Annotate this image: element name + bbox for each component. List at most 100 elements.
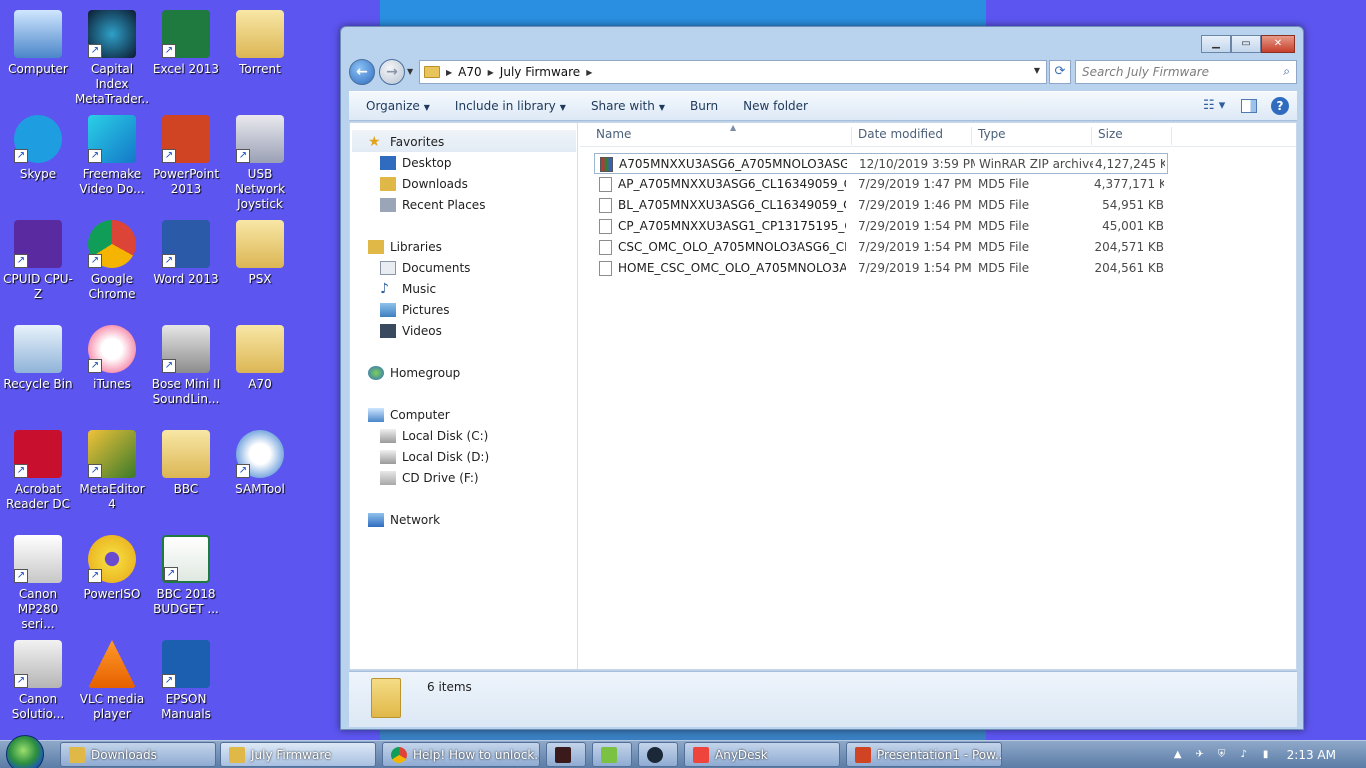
chevron-right-icon[interactable]: ▶ <box>446 68 452 77</box>
nav-downloads[interactable]: Downloads <box>380 173 468 194</box>
file-icon <box>599 198 612 213</box>
desktop-icon-torrent[interactable]: Torrent <box>222 4 298 104</box>
desktop-icon-canon-mp280[interactable]: ↗ Canon MP280 seri... <box>0 529 76 631</box>
nav-network[interactable]: Network <box>368 509 440 530</box>
breadcrumb-july-firmware[interactable]: July Firmware <box>500 65 580 79</box>
search-icon[interactable]: ⌕ <box>1283 64 1290 79</box>
nav-computer[interactable]: Computer <box>368 404 450 425</box>
column-type[interactable]: Type <box>972 127 1092 145</box>
taskbar-july-firmware[interactable]: July Firmware <box>220 742 376 767</box>
skype-icon: ↗ <box>14 115 62 163</box>
burn-button[interactable]: Burn <box>682 99 726 113</box>
file-row[interactable]: CSC_OMC_OLO_A705MNOLO3ASG6_CL... 7/29/20… <box>594 237 1168 258</box>
explorer-window[interactable]: ▁ ▭ ✕ ← → ▼ ▶ A70 ▶ July Firmware ▶ ▼ ⟳ … <box>340 26 1304 730</box>
include-in-library-button[interactable]: Include in library ▼ <box>447 99 574 113</box>
breadcrumb-a70[interactable]: A70 <box>458 65 481 79</box>
desktop-icon-a70[interactable]: A70 <box>222 319 298 419</box>
desktop-icon-metaeditor[interactable]: ↗ MetaEditor 4 <box>74 424 150 524</box>
nav-local-disk-d[interactable]: Local Disk (D:) <box>380 446 489 467</box>
address-bar[interactable]: ▶ A70 ▶ July Firmware ▶ ▼ <box>419 60 1047 84</box>
desktop-icon-powerpoint[interactable]: ↗ PowerPoint 2013 <box>148 109 224 209</box>
tray-app-icon[interactable]: ✈ <box>1193 748 1207 762</box>
nav-documents[interactable]: Documents <box>380 257 470 278</box>
column-date-modified[interactable]: Date modified <box>852 127 972 145</box>
navigation-pane: ★ Favorites Desktop Downloads Recent Pla… <box>350 123 578 669</box>
refresh-button[interactable]: ⟳ <box>1049 60 1071 84</box>
organize-button[interactable]: Organize ▼ <box>358 99 438 113</box>
taskbar-app-1[interactable] <box>546 742 586 767</box>
column-name[interactable]: Name ▲ <box>590 123 852 145</box>
nav-pictures[interactable]: Pictures <box>380 299 450 320</box>
nav-local-disk-c[interactable]: Local Disk (C:) <box>380 425 488 446</box>
help-icon[interactable]: ? <box>1271 97 1289 115</box>
chevron-right-icon[interactable]: ▶ <box>586 68 592 77</box>
file-row[interactable]: BL_A705MNXXU3ASG6_CL16349059_QB2... 7/29… <box>594 195 1168 216</box>
volume-icon[interactable]: ♪ <box>1237 748 1251 762</box>
nav-desktop[interactable]: Desktop <box>380 152 452 173</box>
desktop-icon-excel[interactable]: ↗ Excel 2013 <box>148 4 224 104</box>
preview-pane-icon[interactable] <box>1241 99 1257 113</box>
file-row[interactable]: AP_A705MNXXU3ASG6_CL16349059_QB2... 7/29… <box>594 174 1168 195</box>
desktop-icon-acrobat[interactable]: ↗ Acrobat Reader DC <box>0 424 76 524</box>
desktop-icon-epson[interactable]: ↗ EPSON Manuals <box>148 634 224 734</box>
vlc-icon <box>88 640 136 688</box>
desktop-icon-computer[interactable]: Computer <box>0 4 76 104</box>
search-input[interactable]: Search July Firmware ⌕ <box>1075 60 1297 84</box>
tray-security-icon[interactable]: ⛨ <box>1215 748 1229 762</box>
back-button[interactable]: ← <box>349 59 375 85</box>
desktop-icon-itunes[interactable]: ↗ iTunes <box>74 319 150 419</box>
desktop-icon-recycle-bin[interactable]: Recycle Bin <box>0 319 76 419</box>
column-size[interactable]: Size <box>1092 127 1172 145</box>
desktop-icon-usb-joystick[interactable]: ↗ USB Network Joystick <box>222 109 298 211</box>
taskbar-utorrent[interactable] <box>592 742 632 767</box>
address-dropdown[interactable]: ▼ <box>1034 66 1040 75</box>
desktop-icon-freemake[interactable]: ↗ Freemake Video Do... <box>74 109 150 209</box>
nav-music[interactable]: ♪ Music <box>380 278 436 299</box>
file-row[interactable]: HOME_CSC_OMC_OLO_A705MNOLO3A... 7/29/201… <box>594 258 1168 279</box>
taskbar: Downloads July Firmware Help! How to unl… <box>0 735 1366 768</box>
change-view-icon[interactable]: ☷ ▾ <box>1203 98 1227 114</box>
desktop-icon-canon-solution[interactable]: ↗ Canon Solutio... <box>0 634 76 734</box>
desktop-icon-skype[interactable]: ↗ Skype <box>0 109 76 209</box>
poweriso-icon: ↗ <box>88 535 136 583</box>
taskbar-powerpoint[interactable]: Presentation1 - Pow... <box>846 742 1002 767</box>
file-icon <box>599 177 612 192</box>
nav-homegroup[interactable]: Homegroup <box>368 362 460 383</box>
file-row[interactable]: A705MNXXU3ASG6_A705MNOLO3ASG6_... 12/10/… <box>594 153 1168 174</box>
forward-button[interactable]: → <box>379 59 405 85</box>
taskbar-anydesk[interactable]: AnyDesk <box>684 742 840 767</box>
desktop-icon-bose[interactable]: ↗ Bose Mini II SoundLin... <box>148 319 224 419</box>
anydesk-icon <box>693 746 709 763</box>
file-row[interactable]: CP_A705MNXXU3ASG1_CP13175195_CL1... 7/29… <box>594 216 1168 237</box>
chevron-up-icon[interactable]: ▲ <box>1171 748 1185 762</box>
desktop-icon-psx[interactable]: PSX <box>222 214 298 314</box>
taskbar-steam[interactable] <box>638 742 678 767</box>
navigation-row: ← → ▼ ▶ A70 ▶ July Firmware ▶ ▼ ⟳ Search… <box>349 59 1297 85</box>
nav-videos[interactable]: Videos <box>380 320 442 341</box>
taskbar-downloads[interactable]: Downloads <box>60 742 216 767</box>
nav-recent-places[interactable]: Recent Places <box>380 194 485 215</box>
network-signal-icon[interactable]: ▮ <box>1259 748 1273 762</box>
minimize-button[interactable]: ▁ <box>1201 35 1231 53</box>
nav-cd-drive-f[interactable]: CD Drive (F:) <box>380 467 479 488</box>
nav-libraries[interactable]: Libraries <box>368 236 442 257</box>
desktop-icon-cpuz[interactable]: ↗ CPUID CPU-Z <box>0 214 76 314</box>
clock[interactable]: 2:13 AM <box>1287 748 1336 762</box>
desktop-icon-bbc[interactable]: BBC <box>148 424 224 524</box>
chevron-right-icon[interactable]: ▶ <box>488 68 494 77</box>
desktop-icon-word[interactable]: ↗ Word 2013 <box>148 214 224 314</box>
desktop-icon-samtool[interactable]: ↗ SAMTool <box>222 424 298 524</box>
taskbar-chrome[interactable]: Help! How to unlock... <box>382 742 540 767</box>
recent-pages-dropdown[interactable]: ▼ <box>407 67 413 76</box>
new-folder-button[interactable]: New folder <box>735 99 816 113</box>
desktop-icon-bbc-budget[interactable]: ↗ BBC 2018 BUDGET ... <box>148 529 224 629</box>
start-button[interactable] <box>6 735 44 768</box>
maximize-button[interactable]: ▭ <box>1231 35 1261 53</box>
nav-favorites[interactable]: ★ Favorites <box>368 131 444 152</box>
share-with-button[interactable]: Share with ▼ <box>583 99 673 113</box>
desktop-icon-poweriso[interactable]: ↗ PowerISO <box>74 529 150 629</box>
desktop-icon-metatrader[interactable]: ↗ Capital Index MetaTrader... <box>74 4 150 121</box>
close-button[interactable]: ✕ <box>1261 35 1295 53</box>
desktop-icon-chrome[interactable]: ↗ Google Chrome <box>74 214 150 314</box>
desktop-icon-vlc[interactable]: VLC media player <box>74 634 150 734</box>
